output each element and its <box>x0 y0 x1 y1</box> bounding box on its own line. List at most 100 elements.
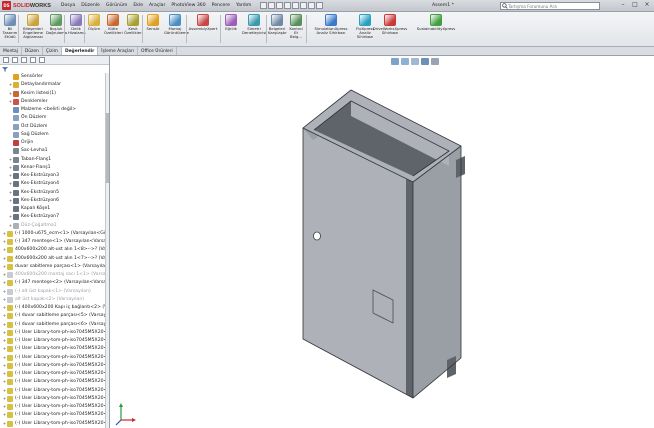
tree-item[interactable]: + (-) User Library-tom-ph-iso7045M5X20<12… <box>0 378 109 386</box>
tree-item[interactable]: + (-) duvar sabitleme parçası<6> (Varsayı… <box>0 321 109 329</box>
save-icon[interactable] <box>276 2 284 9</box>
tree-item[interactable]: + (-) alt üst kapak<1> (Varsayılan) <box>0 288 109 296</box>
compare-documents-button[interactable]: Belgeleri Karşılaştır <box>268 14 287 35</box>
property-manager-tab-icon[interactable] <box>12 57 18 63</box>
tree-item[interactable]: + Denklemler <box>0 98 109 106</box>
select-icon[interactable] <box>300 2 308 9</box>
new-icon[interactable] <box>260 2 268 9</box>
configuration-manager-tab-icon[interactable] <box>21 57 27 63</box>
tree-item[interactable]: Sac-Levha1 <box>0 147 109 155</box>
minimize-icon[interactable]: – <box>618 1 628 9</box>
maximize-icon[interactable]: □ <box>630 1 640 9</box>
enclosure-model[interactable] <box>111 56 654 428</box>
menu-item-3[interactable]: Ekle <box>130 0 146 12</box>
tree-item[interactable]: + Kenar-Flanş1 <box>0 164 109 172</box>
tree-item[interactable]: + Kes-Ekstrüzyon6 <box>0 197 109 205</box>
menu-item-7[interactable]: Yardım <box>233 0 254 12</box>
rebuild-icon[interactable] <box>308 2 316 9</box>
tree-item[interactable]: + duvar sabitleme parçası<1> (Varsayılan<… <box>0 263 109 271</box>
simulationxpress-button[interactable]: SimulationXpress Analiz Sihirbazı <box>310 14 352 35</box>
options-icon[interactable] <box>316 2 324 9</box>
tree-item[interactable]: + (-) User Library-tom-ph-iso7045M5X20<8> <box>0 345 109 353</box>
assembly-visualization-button[interactable]: Montaj Görüntüleme <box>164 14 189 35</box>
tree-item[interactable]: Sensörler <box>0 73 109 81</box>
tree-item[interactable]: + (-) User Library-tom-ph-iso7045M5X20<9> <box>0 354 109 362</box>
print-icon[interactable] <box>284 2 292 9</box>
curvature-button[interactable]: Eğrilik <box>222 14 240 31</box>
tree-item[interactable]: + (-) User Library-tom-ph-iso7045M5X20<17… <box>0 420 109 428</box>
design-study-button[interactable]: Bil Tasarım Etüdü <box>2 14 18 40</box>
tree-item[interactable]: + Kesim listesi(1) <box>0 90 109 98</box>
menu-item-6[interactable]: Pencere <box>209 0 233 12</box>
dimxpert-tab-icon[interactable] <box>30 57 36 63</box>
tree-item[interactable]: + (-) User Library-tom-ph-iso7045M5X20<10… <box>0 362 109 370</box>
tree-item[interactable]: +400x600x200 montaj sacı 1<1> (Varsayıla… <box>0 271 109 279</box>
open-icon[interactable] <box>268 2 276 9</box>
tree-item[interactable]: + Taban-Flanş1 <box>0 156 109 164</box>
tree-item[interactable]: + Kes-Ekstrüzyon3 <box>0 172 109 180</box>
menu-item-0[interactable]: Dosya <box>58 0 78 12</box>
tree-item[interactable]: + (-) 347 menteşe<2> (Varsayılan<Varsayıl… <box>0 279 109 287</box>
tree-item[interactable]: + Kes-Ekstrüzyon7 <box>0 213 109 221</box>
symmetry-check-button[interactable]: Simetri Denetleyicisi <box>242 14 266 35</box>
menu-item-4[interactable]: Araçlar <box>146 0 168 12</box>
tab-1[interactable]: Düzen <box>22 47 43 55</box>
tree-item[interactable]: + alt üst kapak<2> (Varsayılan) <box>0 296 109 304</box>
assemblyxpert-button[interactable]: AssemblyXpert <box>188 14 218 31</box>
search-input[interactable] <box>508 3 596 9</box>
tree-item-label: (-) 1000-u675_ecm<1> (Varsayılan<Görünt <box>15 230 109 236</box>
hole-alignment-button[interactable]: Delik Hizalama <box>68 14 86 35</box>
tree-item[interactable]: Üst Düzlem <box>0 123 109 131</box>
tree-item[interactable]: + (-) User Library-tom-ph-iso7045M5X20<14… <box>0 395 109 403</box>
tab-0[interactable]: Montaj <box>0 47 22 55</box>
tree-item[interactable]: + (-) User Library-tom-ph-iso7045M5X20<11… <box>0 370 109 378</box>
measure-button[interactable]: Ölçüm <box>86 14 102 31</box>
feature-tree-scrollbar[interactable] <box>105 73 109 428</box>
tree-item[interactable]: + (-) User Library-tom-ph-iso7045M5X20<15… <box>0 403 109 411</box>
section-properties-button[interactable]: Kesit Özellikleri <box>124 14 143 35</box>
sensor-button[interactable]: Sensör <box>144 14 162 31</box>
door-lock[interactable] <box>313 231 321 241</box>
tree-item[interactable]: Ön Düzlem <box>0 114 109 122</box>
graphics-area[interactable] <box>111 56 654 428</box>
tree-item[interactable]: + (-) 347 menteşe<1> (Varsayılan<Varsayıl… <box>0 238 109 246</box>
tree-item[interactable]: + (-) User Library-tom-ph-iso7045M5X20<16… <box>0 411 109 419</box>
menu-item-2[interactable]: Görünüm <box>103 0 130 12</box>
menu-item-5[interactable]: PhotoView 360 <box>168 0 208 12</box>
tree-item[interactable]: +400x600x200 alt-ust alın 1<7>-->? (Vars… <box>0 255 109 263</box>
search-box[interactable] <box>500 2 600 10</box>
tree-item[interactable]: + (-) User Library-tom-ph-iso7045M5X20<2> <box>0 329 109 337</box>
tree-item[interactable]: + (-) 1000-u675_ecm<1> (Varsayılan<Görünt <box>0 230 109 238</box>
tree-item[interactable]: Sağ Düzlem <box>0 131 109 139</box>
feature-filter[interactable] <box>0 65 109 73</box>
app-logo[interactable]: DS SOLIDWORKS <box>0 0 54 12</box>
tab-3[interactable]: Değerlendir <box>61 47 99 55</box>
tree-item[interactable]: +400x600x200 alt-ust alın 1<8>-->? (Vars… <box>0 246 109 254</box>
tree-item[interactable]: + (-) User Library-tom-ph-iso7045M5X20<13… <box>0 387 109 395</box>
feature-tree-tab-icon[interactable] <box>3 57 9 63</box>
close-icon[interactable]: × <box>642 1 652 9</box>
tree-item[interactable]: + Düz-Çoğaltma1 <box>0 222 109 230</box>
tree-item[interactable]: + (-) 400x600x200 Kapı iç bağlantı<2> (Va… <box>0 304 109 312</box>
undo-icon[interactable] <box>292 2 300 9</box>
driveworksxpress-button[interactable]: DriveWorksXpress Sihirbazı <box>370 14 410 35</box>
interference-detection-button[interactable]: Bileşenleri Engelleme Algılaması <box>22 14 44 40</box>
check-active-document-button[interactable]: Kontrol Et Belg... <box>288 14 304 40</box>
sustainabilityxpress-button[interactable]: SustainabilityXpress <box>414 14 458 31</box>
tree-item[interactable]: + Kes-Ekstrüzyon5 <box>0 189 109 197</box>
tree-item[interactable]: + (-) User Library-tom-ph-iso7045M5X20<5> <box>0 337 109 345</box>
tree-item[interactable]: + Kes-Ekstrüzyon4 <box>0 180 109 188</box>
tab-5[interactable]: Office Ürünleri <box>138 47 177 55</box>
tree-item[interactable]: + (-) duvar sabitleme parçası<5> (Varsayı… <box>0 312 109 320</box>
menu-item-1[interactable]: Düzenle <box>78 0 103 12</box>
display-manager-tab-icon[interactable] <box>39 57 45 63</box>
mass-properties-button[interactable]: Kütle Özellikleri <box>104 14 123 35</box>
tree-item[interactable]: Malzeme <belirli değil> <box>0 106 109 114</box>
tree-item[interactable]: Orijin <box>0 139 109 147</box>
scrollbar-thumb[interactable] <box>106 113 109 183</box>
tree-item[interactable]: + Detaylandırmalar <box>0 81 109 89</box>
clearance-verification-button[interactable]: Boşluk Doğrulama <box>46 14 67 35</box>
tree-item[interactable]: Kapalı Köşe1 <box>0 205 109 213</box>
tab-4[interactable]: İşleme Araçları <box>98 47 139 55</box>
tab-2[interactable]: Çizim <box>43 47 62 55</box>
